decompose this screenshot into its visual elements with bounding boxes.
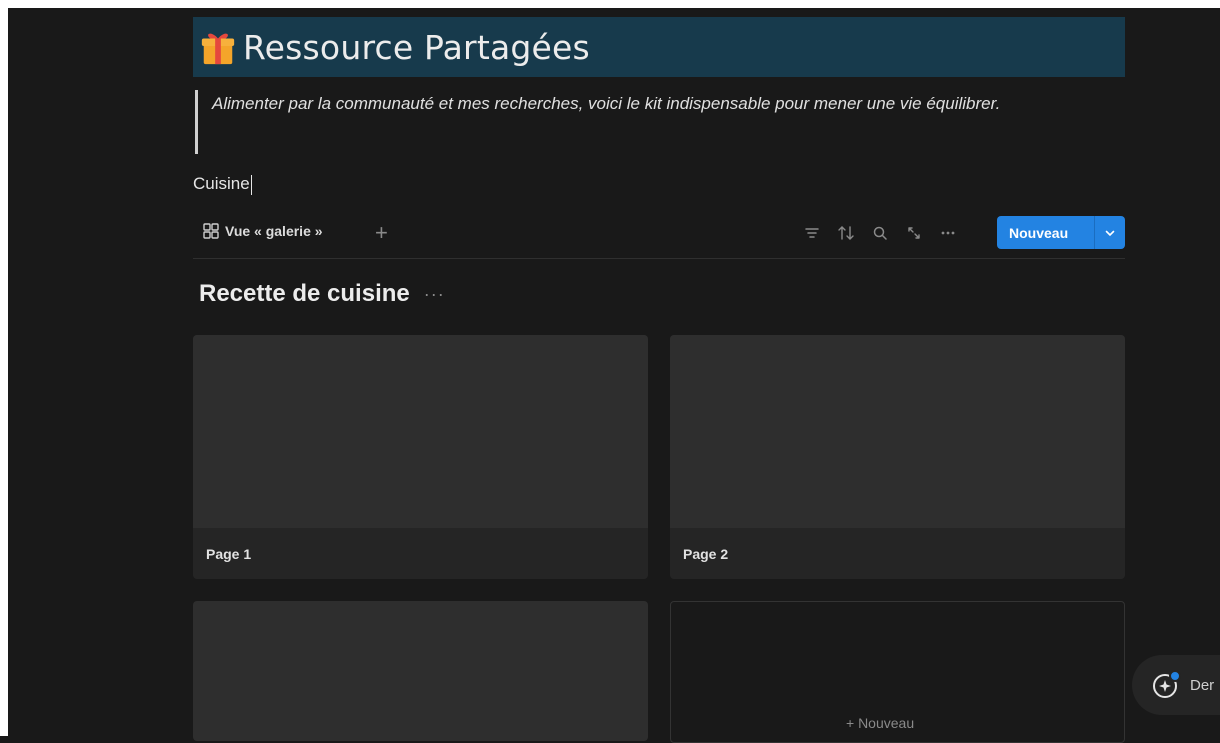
database-title-text[interactable]: Recette de cuisine [199,280,410,308]
text-cursor [250,174,252,195]
new-button[interactable]: Nouveau [997,216,1125,249]
chevron-down-icon[interactable] [1095,227,1125,239]
card-cover [193,335,648,528]
card-title: Page 1 [206,545,252,562]
new-card-button[interactable]: + Nouveau [670,601,1125,743]
gallery-card[interactable]: Page 1 [193,335,648,579]
gallery-card[interactable]: Page 2 [670,335,1125,579]
tab-gallery-label: Vue « galerie » [225,223,323,239]
new-card-label: + Nouveau [846,715,915,731]
filter-icon[interactable] [803,224,821,242]
ai-assistant-label: Der [1190,676,1215,694]
page-title[interactable]: Ressource Partagées [243,28,590,67]
text-block-content: Cuisine [193,174,250,193]
more-icon[interactable] [939,224,957,242]
new-button-label: Nouveau [1009,224,1069,241]
search-icon[interactable] [871,224,889,242]
page-title-bar: Ressource Partagées [193,17,1125,77]
text-block[interactable]: Cuisine [193,174,252,195]
gallery-card[interactable] [193,601,648,741]
card-title: Page 2 [683,545,729,562]
tab-gallery-view[interactable]: Vue « galerie » [203,223,323,239]
card-cover [670,335,1125,528]
database-title: Recette de cuisine ··· [199,280,445,308]
view-toolbar [803,224,957,242]
database-more-icon[interactable]: ··· [424,284,445,305]
gallery-icon [203,223,219,239]
database-view-bar: Vue « galerie » + Nouveau [193,216,1125,259]
window-top-edge [0,0,1220,8]
window-left-edge [0,0,8,736]
gift-icon [201,33,235,65]
ai-assistant-button[interactable]: Der [1132,655,1220,715]
sparkle-icon [1153,670,1181,698]
card-cover [193,601,648,741]
sort-icon[interactable] [837,224,855,242]
quote-block[interactable]: Alimenter par la communauté et mes reche… [195,90,1112,154]
expand-icon[interactable] [905,224,923,242]
add-view-button[interactable]: + [375,220,388,246]
